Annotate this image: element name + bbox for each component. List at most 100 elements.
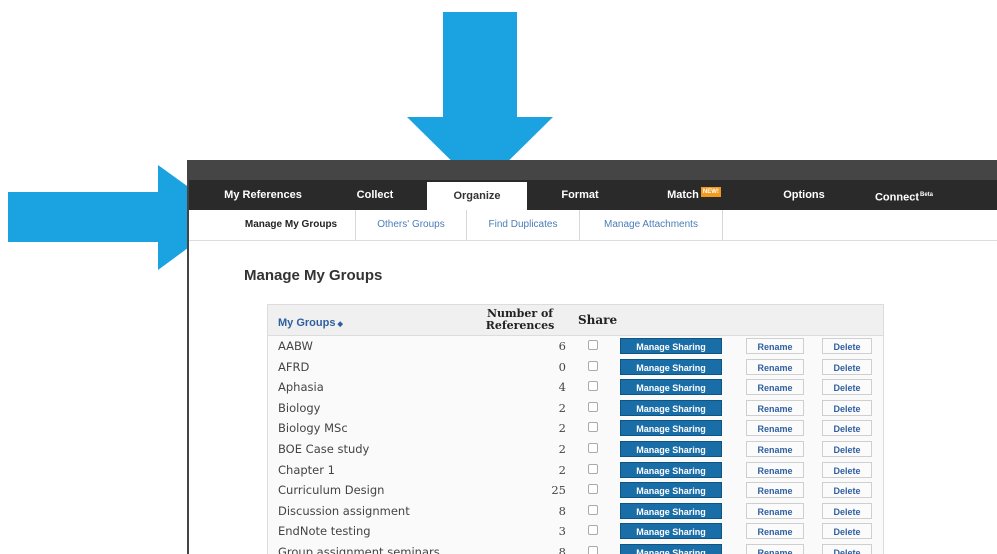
rename-button[interactable]: Rename <box>746 543 804 554</box>
rename-button[interactable]: Rename <box>746 338 804 354</box>
group-name: Chapter 1 <box>278 462 335 477</box>
header-my-groups[interactable]: My Groups ◆ <box>278 317 343 329</box>
sub-nav: Manage My Groups Others' Groups Find Dup… <box>189 210 997 241</box>
rename-button[interactable]: Rename <box>746 502 804 519</box>
tab-my-references[interactable]: My References <box>213 180 313 210</box>
delete-button[interactable]: Delete <box>822 543 872 554</box>
group-name: Curriculum Design <box>278 483 385 498</box>
manage-sharing-button[interactable]: Manage Sharing <box>620 440 722 457</box>
reference-count: 2 <box>558 441 566 456</box>
share-checkbox[interactable] <box>588 422 598 433</box>
manage-sharing-button[interactable]: Manage Sharing <box>620 358 722 375</box>
reference-count: 4 <box>558 380 566 395</box>
table-row: AFRD 0 Manage Sharing Rename Delete <box>268 357 883 378</box>
share-checkbox[interactable] <box>588 360 598 371</box>
reference-count: 25 <box>551 483 566 498</box>
delete-button[interactable]: Delete <box>822 399 872 416</box>
group-name: BOE Case study <box>278 441 370 456</box>
delete-button[interactable]: Delete <box>822 358 872 375</box>
tab-label: Format <box>561 189 599 201</box>
table-row: Group assignment seminars 8 Manage Sharing… <box>268 542 883 554</box>
table-header: My Groups ◆ Number of References Share <box>268 305 883 336</box>
delete-button[interactable]: Delete <box>822 523 872 540</box>
app-window: My References Collect Organize Format Ma… <box>187 160 997 554</box>
manage-sharing-button[interactable]: Manage Sharing <box>620 338 722 354</box>
tab-collect[interactable]: Collect <box>337 180 413 210</box>
rename-button[interactable]: Rename <box>746 399 804 416</box>
subtab-find-duplicates[interactable]: Find Duplicates <box>467 210 580 240</box>
table-row: Aphasia 4 Manage Sharing Rename Delete <box>268 377 883 398</box>
page-title: Manage My Groups <box>244 267 383 284</box>
tab-label: Options <box>783 189 825 201</box>
rename-button[interactable]: Rename <box>746 420 804 437</box>
rename-button[interactable]: Rename <box>746 358 804 375</box>
group-name: AABW <box>278 339 313 353</box>
group-name: Discussion assignment <box>278 503 410 518</box>
reference-count: 6 <box>558 339 566 353</box>
rename-button[interactable]: Rename <box>746 523 804 540</box>
tab-label: Organize <box>453 190 501 202</box>
share-checkbox[interactable] <box>588 545 598 554</box>
delete-button[interactable]: Delete <box>822 338 872 354</box>
manage-sharing-button[interactable]: Manage Sharing <box>620 502 722 519</box>
subtab-manage-my-groups[interactable]: Manage My Groups <box>227 210 356 240</box>
share-checkbox[interactable] <box>588 340 598 350</box>
manage-sharing-button[interactable]: Manage Sharing <box>620 420 722 437</box>
tab-label: Collect <box>356 189 394 201</box>
group-name: Biology <box>278 400 321 415</box>
manage-sharing-button[interactable]: Manage Sharing <box>620 399 722 416</box>
delete-button[interactable]: Delete <box>822 461 872 478</box>
header-number-of-references: Number of References <box>480 308 560 332</box>
main-nav: My References Collect Organize Format Ma… <box>189 180 997 210</box>
header-my-groups-label: My Groups <box>278 317 336 329</box>
table-row: Chapter 1 2 Manage Sharing Rename Delete <box>268 460 883 481</box>
manage-sharing-button[interactable]: Manage Sharing <box>620 523 722 540</box>
group-name: Biology MSc <box>278 421 348 436</box>
delete-button[interactable]: Delete <box>822 420 872 437</box>
tab-connect[interactable]: ConnectBeta <box>864 180 944 210</box>
header-share: Share <box>578 313 618 327</box>
tab-format[interactable]: Format <box>544 180 616 210</box>
manage-sharing-button[interactable]: Manage Sharing <box>620 461 722 478</box>
manage-sharing-button[interactable]: Manage Sharing <box>620 543 722 554</box>
share-checkbox[interactable] <box>588 463 598 474</box>
share-checkbox[interactable] <box>588 381 598 392</box>
delete-button[interactable]: Delete <box>822 482 872 499</box>
tab-options[interactable]: Options <box>759 180 849 210</box>
share-checkbox[interactable] <box>588 401 598 412</box>
share-checkbox[interactable] <box>588 504 598 515</box>
group-name: AFRD <box>278 359 310 374</box>
rename-button[interactable]: Rename <box>746 482 804 499</box>
delete-button[interactable]: Delete <box>822 440 872 457</box>
table-body: AABW 6 Manage Sharing Rename Delete AFRD 0 Mana… <box>268 336 883 554</box>
tab-match[interactable]: Match NEW! <box>649 180 739 210</box>
subtab-label: Manage My Groups <box>244 219 338 230</box>
share-checkbox[interactable] <box>588 442 598 453</box>
reference-count: 2 <box>558 400 566 415</box>
tab-organize[interactable]: Organize <box>427 182 527 210</box>
rename-button[interactable]: Rename <box>746 461 804 478</box>
delete-button[interactable]: Delete <box>822 502 872 519</box>
reference-count: 3 <box>558 524 566 539</box>
table-row: BOE Case study 2 Manage Sharing Rename Delet… <box>268 439 883 460</box>
tab-label: Match <box>667 189 699 201</box>
tab-label: Connect <box>874 191 919 204</box>
table-row: Discussion assignment 8 Manage Sharing Rena… <box>268 501 883 522</box>
subtab-others-groups[interactable]: Others' Groups <box>356 210 467 240</box>
table-row: Biology 2 Manage Sharing Rename Delete <box>268 398 883 419</box>
new-badge: NEW! <box>700 187 721 198</box>
beta-label: Beta <box>919 192 933 198</box>
rename-button[interactable]: Rename <box>746 440 804 457</box>
delete-button[interactable]: Delete <box>822 379 872 396</box>
reference-count: 0 <box>558 359 566 374</box>
share-checkbox[interactable] <box>588 525 598 536</box>
table-row: AABW 6 Manage Sharing Rename Delete <box>268 336 883 357</box>
table-row: Biology MSc 2 Manage Sharing Rename Delete <box>268 418 883 439</box>
group-name: EndNote testing <box>278 524 371 539</box>
manage-sharing-button[interactable]: Manage Sharing <box>620 482 722 499</box>
share-checkbox[interactable] <box>588 484 598 495</box>
subtab-label: Manage Attachments <box>604 219 698 230</box>
subtab-manage-attachments[interactable]: Manage Attachments <box>580 210 723 240</box>
manage-sharing-button[interactable]: Manage Sharing <box>620 379 722 396</box>
rename-button[interactable]: Rename <box>746 379 804 396</box>
